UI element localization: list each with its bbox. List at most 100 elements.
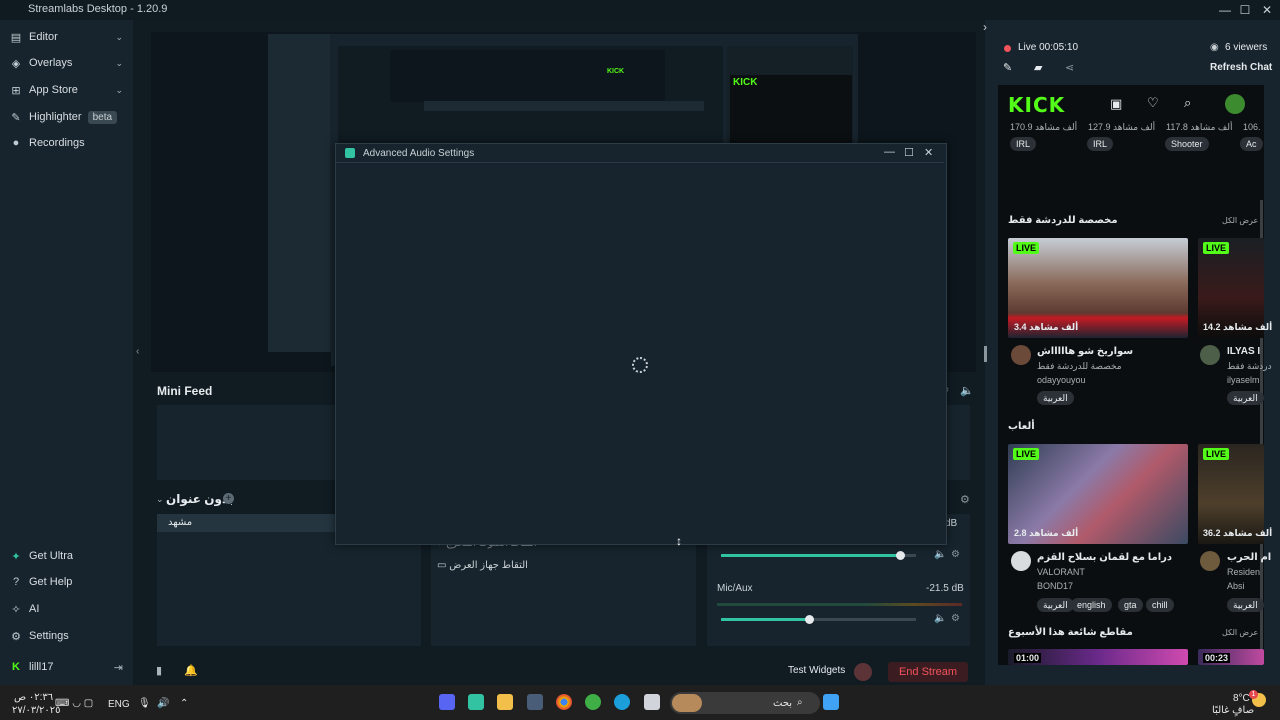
weather-temp[interactable]: 8°C [1233, 693, 1250, 704]
search-icon[interactable]: ⌕ [1184, 95, 1191, 111]
sidebar-user[interactable]: K lilll17 ⇥ [0, 654, 133, 680]
live-badge: LIVE [1013, 242, 1040, 254]
channel-settings-icon[interactable]: ⚙ [951, 613, 960, 624]
modal-minimize-icon[interactable]: — [884, 146, 895, 158]
file-explorer-icon[interactable] [497, 694, 513, 710]
store-icon[interactable] [527, 694, 543, 710]
mixer-settings-icon[interactable]: ⚙ [960, 493, 970, 506]
sidebar-item-highlighter[interactable]: ✎ Highlighter beta [0, 104, 133, 130]
clock-date[interactable]: ٢٧/٠٣/٢٠٢٥ [12, 705, 61, 716]
tag[interactable]: العربية [1037, 598, 1074, 612]
volume-slider[interactable] [721, 618, 916, 621]
avatar[interactable] [1225, 94, 1245, 114]
section-title: مقاطع شائعة هذا الأسبوع [1008, 627, 1133, 638]
chrome-icon[interactable] [556, 694, 572, 710]
speaker-icon[interactable]: 🔈 [934, 613, 946, 624]
see-all-link[interactable]: عرض الكل [1222, 216, 1258, 225]
xbox-icon[interactable] [585, 694, 601, 710]
tag[interactable]: العربية [1227, 598, 1264, 612]
language-indicator[interactable]: ENG [108, 699, 130, 710]
tag[interactable]: العربية [1037, 391, 1074, 405]
close-icon[interactable]: ✕ [1257, 2, 1277, 18]
stream-category[interactable]: Residen [1227, 567, 1260, 577]
tag[interactable]: Ac [1240, 137, 1263, 151]
eye-icon: ◉ [1210, 42, 1219, 53]
weather-desc[interactable]: صافٍ غالبًا [1212, 705, 1254, 716]
avatar[interactable] [1011, 551, 1031, 571]
tag[interactable]: chill [1146, 598, 1174, 612]
collapse-right-icon[interactable]: › [983, 20, 987, 34]
stream-category[interactable]: VALORANT [1037, 567, 1085, 577]
notifications-icon[interactable]: 🔔 [184, 664, 198, 677]
modal-maximize-icon[interactable]: ☐ [904, 146, 914, 159]
stream-title[interactable]: سواريخ شو هاااااش [1037, 346, 1133, 357]
tag[interactable]: العربية [1227, 391, 1264, 405]
sidebar-item-recordings[interactable]: ● Recordings [0, 130, 133, 156]
stream-title[interactable]: ام الحرب [1227, 552, 1271, 563]
add-scene-icon[interactable]: + [223, 493, 234, 504]
sidebar-item-ai[interactable]: ✧ AI [0, 596, 133, 622]
sidebar-item-get-ultra[interactable]: ✦ Get Ultra [0, 543, 133, 569]
streamer-name[interactable]: Absi [1227, 581, 1245, 591]
recordings-icon: ● [12, 137, 20, 149]
edge-icon[interactable] [614, 694, 630, 710]
end-stream-button[interactable]: End Stream [888, 662, 968, 682]
edit-icon[interactable]: ✎ [1003, 61, 1012, 74]
avatar[interactable] [1011, 345, 1031, 365]
mic-icon[interactable]: 🎙 [138, 698, 151, 709]
tag[interactable]: gta [1118, 598, 1143, 612]
logout-icon[interactable]: ⇥ [114, 661, 123, 674]
chevron-down-icon: ⌄ [115, 84, 123, 95]
stream-category[interactable]: مخصصة للدردشة فقط [1037, 361, 1122, 372]
avatar[interactable] [1200, 551, 1220, 571]
nested-bottombar [268, 352, 331, 366]
speaker-icon[interactable]: 🔈 [934, 549, 946, 560]
sidebar-item-settings[interactable]: ⚙ Settings [0, 623, 133, 649]
discord-icon[interactable] [439, 694, 455, 710]
rec-button[interactable] [854, 663, 872, 681]
sidebar-item-app-store[interactable]: ⊞ App Store ⌄ [0, 77, 133, 103]
sidebar-item-get-help[interactable]: ? Get Help [0, 569, 133, 595]
streamer-name[interactable]: BOND17 [1037, 581, 1073, 591]
share-icon[interactable]: ⋖ [1065, 61, 1074, 74]
stats-icon[interactable]: ▮ [156, 664, 162, 677]
stream-title[interactable]: دراما مع لقمان بسلاح القزم [1037, 552, 1172, 563]
browse-icon[interactable]: ▣ [1110, 96, 1122, 112]
maximize-icon[interactable]: ☐ [1235, 2, 1255, 18]
kick-logo[interactable]: KICK [1008, 93, 1065, 117]
streamer-name[interactable]: ilyaselm [1227, 375, 1260, 385]
streamlabs-icon[interactable] [468, 694, 484, 710]
preview-resize-handle[interactable] [984, 346, 987, 362]
stream-category[interactable]: دردشة فقط [1227, 361, 1272, 372]
tag[interactable]: IRL [1010, 137, 1037, 151]
clock-time[interactable]: ٠٢:٣٦ ص [14, 692, 53, 703]
volume-icon[interactable]: 🔊 [157, 698, 169, 709]
sidebar-item-editor[interactable]: ▤ Editor ⌄ [0, 24, 133, 50]
modal-close-icon[interactable]: ✕ [924, 146, 933, 159]
scene-collapse-icon[interactable]: ⌄ [156, 494, 164, 505]
views: 117.8 ألف مشاهد [1166, 122, 1233, 132]
minimize-icon[interactable]: — [1215, 2, 1235, 18]
heart-icon[interactable]: ♡ [1147, 95, 1159, 111]
avatar[interactable] [1200, 345, 1220, 365]
tray-icons[interactable]: ⌨ ◡ ▢ [55, 698, 93, 709]
streamer-name[interactable]: odayyouyou [1037, 375, 1086, 385]
sidebar-item-overlays[interactable]: ◈ Overlays ⌄ [0, 50, 133, 76]
refresh-chat-button[interactable]: Refresh Chat [1210, 62, 1272, 73]
see-all-link[interactable]: عرض الكل [1222, 628, 1258, 637]
volume-slider-knob[interactable] [804, 615, 814, 624]
stream-title[interactable]: ILYAS I [1227, 346, 1260, 357]
tag[interactable]: english [1071, 598, 1112, 612]
tag[interactable]: Shooter [1165, 137, 1209, 151]
channel-settings-icon[interactable]: ⚙ [951, 549, 960, 560]
collapse-left-icon[interactable]: ‹ [136, 346, 139, 357]
volume-slider[interactable] [721, 554, 916, 557]
test-widgets-button[interactable]: Test Widgets [788, 665, 845, 676]
source-item[interactable]: ▭ التقاط جهاز العرض [437, 560, 528, 571]
tag[interactable]: IRL [1087, 137, 1114, 151]
windows-start-icon[interactable] [823, 694, 839, 710]
volume-icon[interactable]: 🔈 [960, 384, 974, 397]
window-icon[interactable] [644, 694, 660, 710]
chat-popout-icon[interactable]: ▰ [1034, 61, 1042, 74]
chevron-up-icon[interactable]: ⌃ [180, 698, 188, 709]
